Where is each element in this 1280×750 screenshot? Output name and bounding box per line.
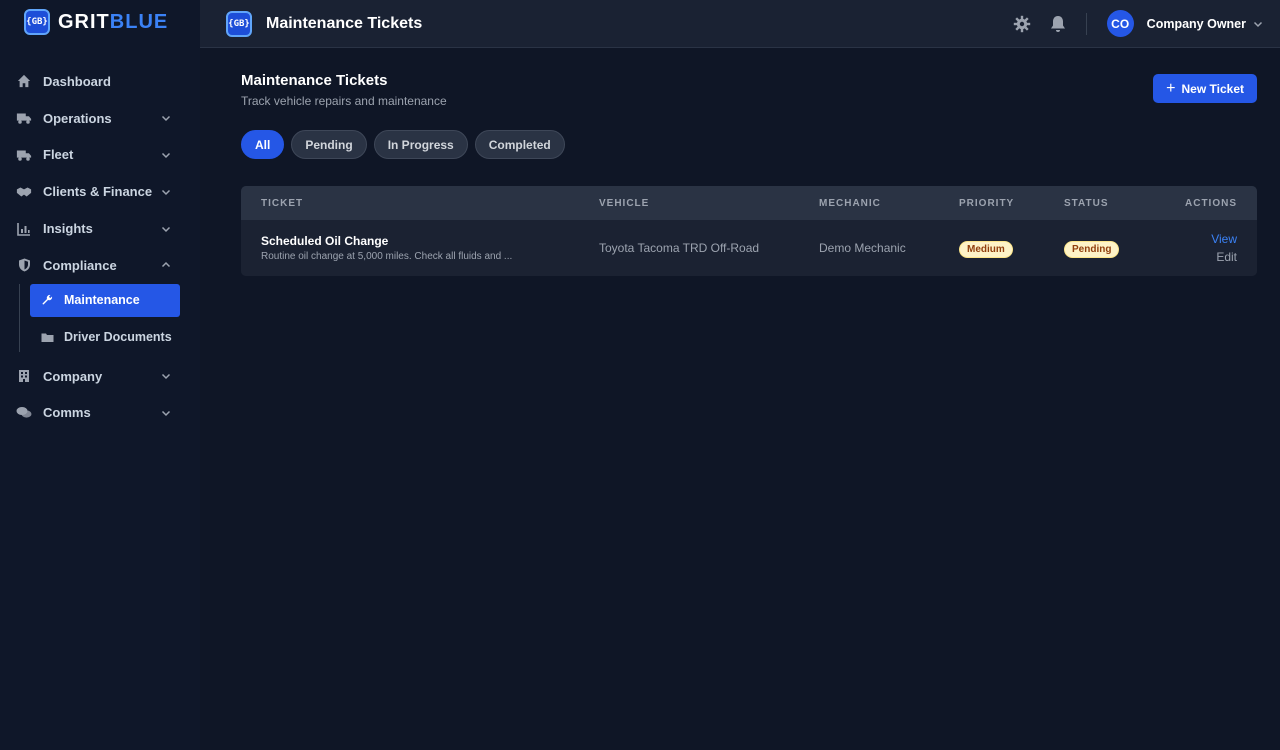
sidebar-item-comms[interactable]: Comms [0, 395, 200, 432]
sidebar-subitem-label: Maintenance [64, 293, 140, 308]
edit-link[interactable]: Edit [1216, 250, 1237, 264]
sidebar-item-dashboard[interactable]: Dashboard [0, 63, 200, 100]
vehicle-cell: Toyota Tacoma TRD Off-Road [599, 241, 760, 255]
sidebar-item-fleet[interactable]: Fleet [0, 137, 200, 174]
priority-badge: Medium [959, 240, 1013, 258]
sidebar-item-clients-finance[interactable]: Clients & Finance [0, 173, 200, 210]
table-header: TICKET VEHICLE MECHANIC PRIORITY STATUS … [241, 186, 1257, 220]
page-subtitle: Track vehicle repairs and maintenance [241, 94, 447, 108]
content: Maintenance Tickets Track vehicle repair… [200, 48, 1280, 276]
sidebar: {GB} GRITBLUE Dashboard Operations Fleet… [0, 0, 200, 750]
app-root: {GB} GRITBLUE Dashboard Operations Fleet… [0, 0, 1280, 750]
home-icon [16, 73, 32, 89]
gear-icon[interactable] [1012, 14, 1032, 34]
ticket-title: Scheduled Oil Change [261, 234, 389, 248]
filter-pending[interactable]: Pending [291, 130, 367, 159]
filter-in-progress[interactable]: In Progress [373, 130, 468, 159]
priority-cell: Medium [959, 239, 1064, 258]
sidebar-nav: Dashboard Operations Fleet Clients & Fin… [0, 63, 200, 431]
chevron-down-icon [161, 152, 171, 159]
status-badge: Pending [1064, 240, 1120, 258]
actions-cell: View Edit [1169, 230, 1257, 266]
truck-icon [16, 147, 32, 163]
view-link[interactable]: View [1211, 232, 1237, 246]
chat-icon [16, 405, 32, 421]
sidebar-item-label: Fleet [43, 147, 74, 163]
sidebar-item-label: Insights [43, 221, 93, 237]
tickets-table: TICKET VEHICLE MECHANIC PRIORITY STATUS … [241, 186, 1257, 276]
sidebar-item-label: Operations [43, 110, 112, 126]
compliance-subnav: Maintenance Driver Documents [0, 283, 200, 354]
new-ticket-label: New Ticket [1181, 81, 1244, 96]
sidebar-item-maintenance[interactable]: Maintenance [30, 283, 180, 317]
header-mechanic: MECHANIC [819, 197, 881, 209]
topbar-divider [1085, 12, 1087, 35]
brand-name-part1: GRIT [58, 10, 110, 33]
building-icon [16, 368, 32, 384]
chevron-down-icon [1253, 21, 1263, 27]
sidebar-item-company[interactable]: Company [0, 358, 200, 395]
brand-logo[interactable]: {GB} GRITBLUE [0, 0, 200, 44]
sidebar-item-operations[interactable]: Operations [0, 100, 200, 137]
main-area: {GB} Maintenance Tickets CO Company Owne… [200, 0, 1280, 750]
status-cell: Pending [1064, 239, 1169, 258]
sidebar-item-label: Comms [43, 405, 91, 421]
header-vehicle: VEHICLE [599, 197, 650, 209]
plus-icon: + [1166, 79, 1176, 97]
table-row[interactable]: Scheduled Oil Change Routine oil change … [241, 220, 1257, 276]
user-menu[interactable]: CO Company Owner [1106, 10, 1264, 37]
page-title: Maintenance Tickets [241, 72, 388, 89]
topbar: {GB} Maintenance Tickets CO Company Owne… [200, 0, 1280, 48]
chevron-down-icon [161, 226, 171, 232]
chart-icon [16, 221, 32, 237]
filter-completed[interactable]: Completed [474, 130, 565, 159]
sidebar-subitem-label: Driver Documents [64, 330, 172, 345]
sidebar-item-driver-documents[interactable]: Driver Documents [30, 321, 180, 354]
header-priority: PRIORITY [959, 197, 1015, 209]
mechanic-cell: Demo Mechanic [819, 241, 906, 255]
folder-icon [40, 330, 54, 344]
sidebar-item-label: Clients & Finance [43, 184, 153, 200]
avatar: CO [1106, 10, 1134, 37]
brand-name-part2: BLUE [109, 10, 169, 33]
page-header: Maintenance Tickets Track vehicle repair… [241, 72, 1257, 108]
sidebar-item-label: Compliance [43, 257, 117, 273]
chevron-down-icon [161, 374, 171, 380]
sidebar-item-compliance[interactable]: Compliance [0, 247, 200, 284]
logo-badge-icon: {GB} [226, 10, 252, 37]
user-name: Company Owner [1146, 16, 1246, 31]
chevron-up-icon [161, 262, 171, 268]
sidebar-item-label: Dashboard [43, 73, 111, 89]
ticket-description: Routine oil change at 5,000 miles. Check… [261, 251, 513, 262]
chevron-down-icon [161, 116, 171, 122]
filter-tabs: All Pending In Progress Completed [241, 130, 1257, 159]
filter-all[interactable]: All [241, 130, 285, 159]
header-ticket: TICKET [261, 197, 304, 209]
chevron-down-icon [161, 410, 171, 417]
handshake-icon [16, 184, 32, 200]
new-ticket-button[interactable]: + New Ticket [1153, 74, 1257, 103]
logo-badge-icon: {GB} [24, 9, 50, 35]
brand-name: GRITBLUE [58, 11, 168, 34]
topbar-title: Maintenance Tickets [266, 14, 423, 32]
wrench-icon [40, 293, 54, 307]
sidebar-item-insights[interactable]: Insights [0, 210, 200, 247]
shield-icon [16, 257, 32, 273]
header-status: STATUS [1064, 197, 1109, 209]
chevron-down-icon [161, 189, 171, 195]
bell-icon[interactable] [1048, 14, 1068, 34]
header-actions: ACTIONS [1185, 197, 1237, 209]
sidebar-item-label: Company [43, 368, 103, 384]
ticket-cell: Scheduled Oil Change Routine oil change … [241, 234, 599, 262]
truck-icon [16, 110, 32, 126]
